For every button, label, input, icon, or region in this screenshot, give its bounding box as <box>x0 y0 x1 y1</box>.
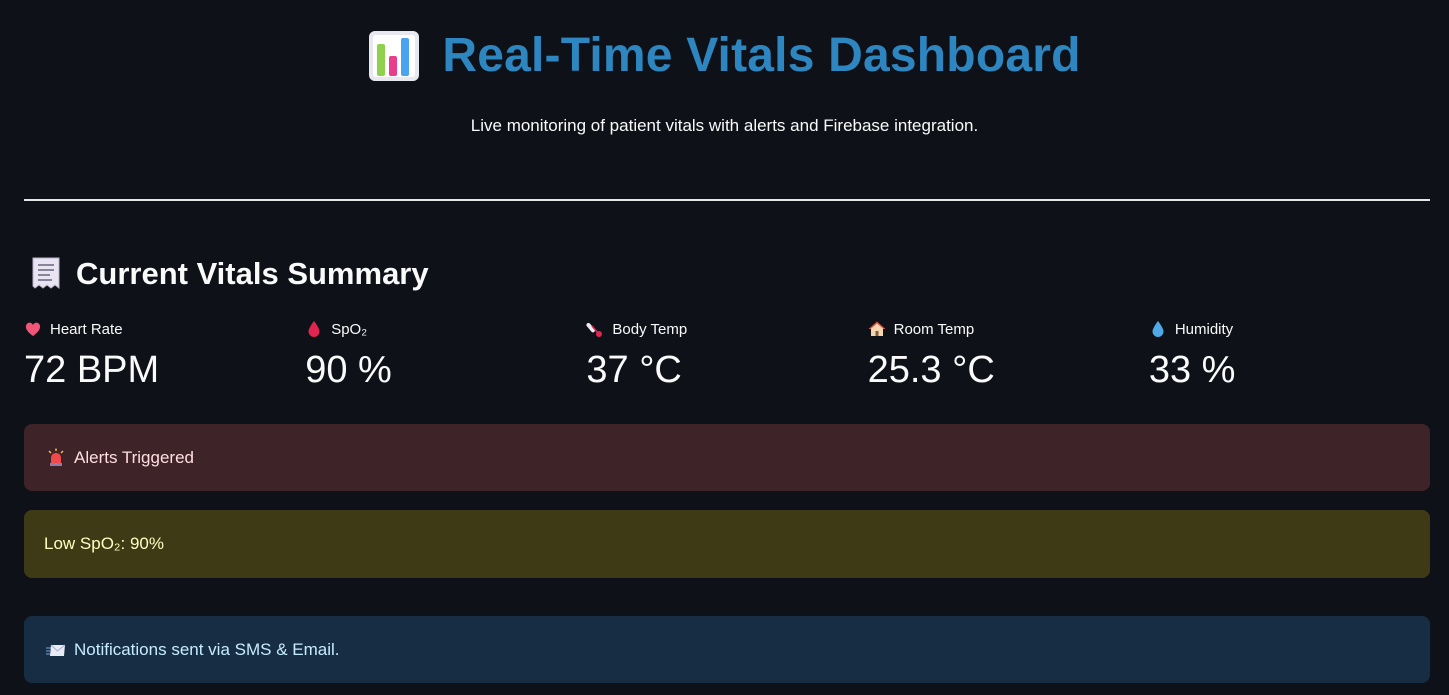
metrics-row: Heart Rate 72 BPM SpO₂ 90 % Body Temp 37… <box>24 318 1430 392</box>
thermometer-icon <box>586 322 603 337</box>
metric-label: Humidity <box>1174 320 1234 338</box>
metric-label: Body Temp <box>612 320 688 338</box>
page-title: Real-Time Vitals Dashboard <box>442 29 1081 82</box>
alert-warning-box: Low SpO₂: 90% <box>24 510 1430 578</box>
metric-room-temp: Room Temp 25.3 °C <box>868 318 1149 392</box>
metric-label: SpO₂ <box>331 320 368 338</box>
blood-drop-icon <box>308 321 320 337</box>
metric-humidity: Humidity 33 % <box>1149 318 1430 392</box>
envelope-icon <box>46 644 66 656</box>
metric-value: 37 °C <box>586 349 682 391</box>
alert-info-text: Notifications sent via SMS & Email. <box>74 639 340 659</box>
alert-error-text: Alerts Triggered <box>74 447 194 467</box>
alert-info-box: Notifications sent via SMS & Email. <box>24 616 1430 683</box>
receipt-icon <box>32 257 60 289</box>
metric-value: 72 BPM <box>24 349 160 391</box>
section-title: Current Vitals Summary <box>76 256 429 291</box>
water-drop-icon <box>1152 321 1164 337</box>
metric-label-row: Body Temp <box>586 318 867 340</box>
metric-value: 33 % <box>1148 349 1236 391</box>
metric-heart-rate: Heart Rate 72 BPM <box>24 318 305 392</box>
metric-label: Room Temp <box>893 320 975 338</box>
alert-warning-text: Low SpO₂: 90% <box>44 534 164 553</box>
page-header: Real-Time Vitals Dashboard <box>0 28 1449 83</box>
metric-label-row: SpO₂ <box>305 318 586 340</box>
house-icon <box>868 321 886 336</box>
metric-label: Heart Rate <box>50 320 123 338</box>
dashboard-page: Real-Time Vitals Dashboard Live monitori… <box>0 0 1449 695</box>
bar-chart-icon <box>369 30 420 81</box>
metric-label-row: Room Temp <box>868 318 1149 340</box>
section-heading: Current Vitals Summary <box>30 256 429 292</box>
divider <box>24 199 1430 201</box>
metric-body-temp: Body Temp 37 °C <box>586 318 867 392</box>
metric-spo2: SpO₂ 90 % <box>305 318 586 392</box>
heart-icon <box>25 322 41 336</box>
alert-error-box: Alerts Triggered <box>24 424 1430 491</box>
metric-value: 25.3 °C <box>867 349 995 391</box>
siren-icon <box>48 448 64 466</box>
metric-value: 90 % <box>305 349 392 391</box>
metric-label-row: Humidity <box>1149 318 1430 340</box>
metric-label-row: Heart Rate <box>24 318 305 340</box>
page-subtitle: Live monitoring of patient vitals with a… <box>470 116 979 135</box>
